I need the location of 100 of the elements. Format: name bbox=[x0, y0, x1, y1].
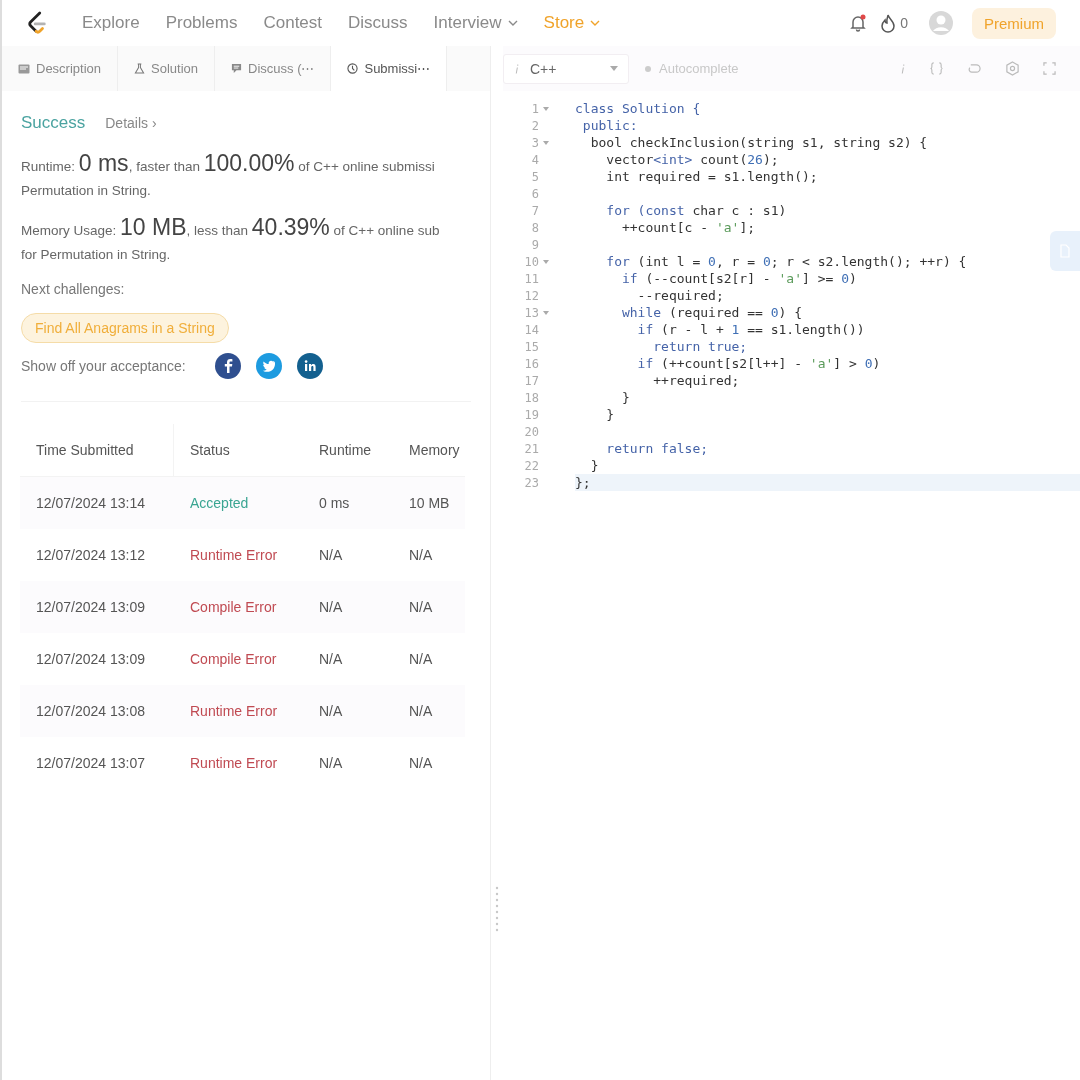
table-cell-text: N/A bbox=[408, 546, 434, 565]
code-line: if (++count[s2[l++] - 'a'] > 0) bbox=[636, 356, 881, 371]
document-icon bbox=[18, 63, 30, 74]
next-challenges-label: Next challenges: bbox=[21, 281, 126, 297]
line-number: 14 bbox=[523, 322, 539, 337]
line-number: 3 bbox=[530, 135, 539, 150]
table-cell: 12/07/2024 13:09 bbox=[20, 581, 174, 633]
line-number: 5 bbox=[530, 169, 539, 184]
streak-count: 0 bbox=[900, 15, 908, 31]
drag-handle-icon[interactable] bbox=[495, 886, 499, 934]
settings-icon[interactable] bbox=[1005, 61, 1020, 76]
code-line: bool checkInclusion(string s1, string s2) { bbox=[589, 135, 928, 150]
code-line: for (int l = 0, r = 0; r < s2.length(); ++r) { bbox=[605, 254, 967, 269]
line-number: 22 bbox=[523, 458, 539, 473]
code-line: return false; bbox=[605, 441, 709, 456]
code-line: return true; bbox=[652, 339, 748, 354]
table-cell-text: N/A bbox=[318, 546, 344, 565]
table-cell: N/A bbox=[393, 581, 465, 633]
code-line: if (r - l + 1 == s1.length()) bbox=[636, 322, 865, 337]
tab[interactable]: Description bbox=[2, 46, 119, 91]
line-number: 2 bbox=[530, 118, 539, 133]
code-line: ++count[c - 'a']; bbox=[620, 220, 756, 235]
result-status: Success bbox=[21, 113, 86, 133]
premium-button[interactable]: Premium bbox=[972, 7, 1056, 39]
tab[interactable]: Submissi⋯ bbox=[331, 46, 448, 91]
nav-dropdown[interactable]: Store bbox=[543, 13, 601, 33]
line-number: 20 bbox=[523, 424, 539, 439]
linkedin-icon[interactable] bbox=[296, 353, 323, 379]
status-link[interactable]: Compile Error bbox=[174, 633, 303, 685]
bell-icon[interactable] bbox=[848, 13, 869, 33]
info-icon[interactable] bbox=[900, 62, 906, 75]
code-line: public: bbox=[581, 118, 638, 133]
fold-arrow-icon[interactable] bbox=[543, 310, 549, 315]
table-cell-text: 12/07/2024 13:12 bbox=[35, 546, 146, 565]
table-cell-text: N/A bbox=[318, 650, 344, 669]
nav-link[interactable]: Explore bbox=[82, 13, 140, 33]
autocomplete-toggle[interactable] bbox=[645, 65, 651, 72]
table-cell: 10 MB bbox=[393, 477, 465, 529]
table-cell-text: N/A bbox=[408, 754, 434, 773]
table-cell-text: N/A bbox=[408, 650, 434, 669]
line-number: 17 bbox=[523, 373, 539, 388]
line-number: 1 bbox=[530, 101, 539, 116]
status-link[interactable]: Compile Error bbox=[174, 581, 303, 633]
line-number: 19 bbox=[523, 407, 539, 422]
fullscreen-icon[interactable] bbox=[1043, 62, 1056, 75]
line-number: 6 bbox=[530, 186, 539, 201]
table-cell: N/A bbox=[303, 685, 393, 737]
language-select[interactable]: C++ bbox=[503, 53, 629, 84]
nav-link[interactable]: Problems bbox=[165, 13, 238, 33]
code-line: ++required; bbox=[652, 373, 740, 388]
table-cell: N/A bbox=[303, 581, 393, 633]
clock-icon bbox=[347, 63, 359, 74]
code-line: } bbox=[620, 390, 630, 405]
fold-arrow-icon[interactable] bbox=[543, 140, 549, 145]
table-cell: N/A bbox=[393, 685, 465, 737]
runtime-summary: Runtime: 0 ms, faster than 100.00% of C++ online submissi Permutation in String. bbox=[21, 151, 436, 200]
flame-icon[interactable] bbox=[880, 13, 897, 33]
nav-dropdown[interactable]: Interview bbox=[433, 13, 518, 33]
tab[interactable]: Solution bbox=[118, 46, 215, 91]
table-cell-text: N/A bbox=[318, 754, 344, 773]
table-cell: 12/07/2024 13:08 bbox=[20, 685, 174, 737]
line-number: 9 bbox=[530, 237, 539, 252]
line-number: 7 bbox=[530, 203, 539, 218]
status-link[interactable]: Accepted bbox=[174, 477, 303, 529]
status-link[interactable]: Runtime Error bbox=[174, 529, 303, 581]
facebook-icon[interactable] bbox=[214, 353, 241, 379]
code-line: vector<int> count(26); bbox=[605, 152, 779, 167]
comment-icon bbox=[231, 63, 242, 74]
code-line: int required = s1.length(); bbox=[605, 169, 818, 184]
code-line: class Solution { bbox=[575, 101, 701, 116]
twitter-icon[interactable] bbox=[255, 353, 282, 379]
line-number: 18 bbox=[523, 390, 539, 405]
line-number: 4 bbox=[530, 152, 539, 167]
fold-arrow-icon[interactable] bbox=[543, 106, 549, 111]
logo-icon[interactable] bbox=[26, 10, 48, 36]
table-cell-text: 12/07/2024 13:09 bbox=[35, 650, 146, 669]
table-cell: 0 ms bbox=[303, 477, 393, 529]
line-number: 16 bbox=[523, 356, 539, 371]
details-link[interactable]: Details › bbox=[105, 115, 157, 131]
info-icon bbox=[514, 62, 520, 75]
table-cell: 12/07/2024 13:14 bbox=[20, 477, 174, 529]
code-line: if (--count[s2[r] - 'a'] >= 0) bbox=[620, 271, 857, 286]
nav-link[interactable]: Discuss bbox=[348, 13, 408, 33]
nav-link[interactable]: Contest bbox=[263, 13, 323, 33]
braces-icon[interactable] bbox=[929, 62, 944, 75]
code-line: } bbox=[605, 407, 615, 422]
caret-icon bbox=[610, 66, 618, 71]
status-link[interactable]: Runtime Error bbox=[174, 685, 303, 737]
avatar-icon[interactable] bbox=[928, 10, 954, 36]
status-link[interactable]: Runtime Error bbox=[174, 737, 303, 789]
code-line: for (const char c : s1) bbox=[605, 203, 787, 218]
share-label: Show off your acceptance: bbox=[21, 358, 186, 374]
line-number: 13 bbox=[523, 305, 539, 320]
line-number: 10 bbox=[523, 254, 539, 269]
fold-arrow-icon[interactable] bbox=[543, 259, 549, 264]
reset-icon[interactable] bbox=[967, 62, 982, 75]
line-number: 23 bbox=[523, 475, 539, 490]
code-line: while (required == 0) { bbox=[620, 305, 802, 320]
code-line: --required; bbox=[636, 288, 724, 303]
caret-icon bbox=[590, 20, 601, 26]
